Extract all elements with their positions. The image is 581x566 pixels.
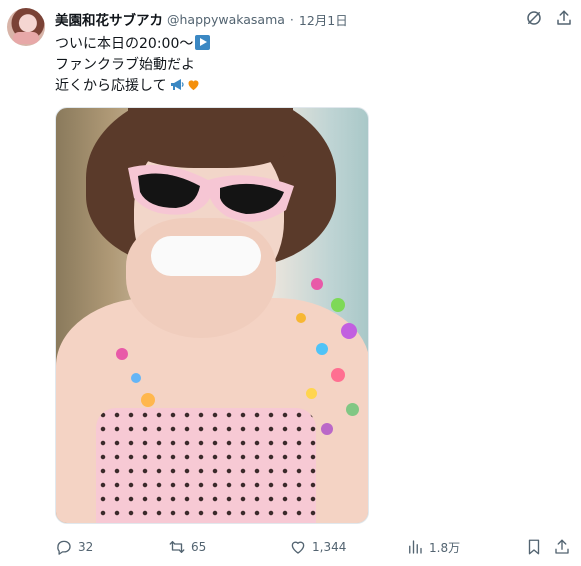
photo-sticker bbox=[116, 348, 128, 360]
grok-icon[interactable] bbox=[524, 8, 544, 28]
tweet-actions-bar: 32 65 1,344 1.8万 bbox=[55, 536, 575, 558]
share-button[interactable] bbox=[553, 536, 571, 558]
timestamp[interactable]: 12月1日 bbox=[299, 10, 348, 29]
photo-polka-dot-dress bbox=[96, 408, 316, 523]
tweet-text-line-3: 近くから応援して bbox=[55, 76, 555, 97]
reply-icon bbox=[57, 540, 71, 555]
more-options-icon[interactable] bbox=[554, 8, 574, 28]
bookmark-icon bbox=[528, 539, 540, 555]
views-button[interactable]: 1.8万 bbox=[406, 536, 460, 558]
retweet-button[interactable]: 65 bbox=[168, 536, 206, 558]
heart-icon bbox=[291, 541, 305, 554]
user-avatar[interactable] bbox=[7, 8, 45, 46]
retweet-count: 65 bbox=[191, 540, 207, 554]
like-count: 1,344 bbox=[312, 540, 347, 554]
user-handle[interactable]: @happywakasama bbox=[167, 12, 285, 27]
tweet-text-line-2: ファンクラブ始動だよ bbox=[55, 57, 195, 73]
megaphone-emoji bbox=[169, 77, 184, 92]
photo-sticker bbox=[331, 368, 345, 382]
views-bar-chart-icon bbox=[409, 540, 422, 554]
reply-count: 32 bbox=[78, 540, 94, 554]
tweet-header: 美園和花サブアカ @happywakasama · 12月1日 bbox=[55, 9, 348, 30]
photo-sticker bbox=[346, 403, 359, 416]
photo-sticker bbox=[131, 373, 141, 383]
tweet-text: ついに本日の20:00〜 ファンクラブ始動だよ 近くから応援して bbox=[55, 34, 555, 97]
like-button[interactable]: 1,344 bbox=[289, 536, 346, 558]
reply-button[interactable]: 32 bbox=[55, 536, 93, 558]
photo-sticker bbox=[316, 343, 328, 355]
photo-sticker bbox=[341, 323, 357, 339]
photo-sticker bbox=[331, 298, 345, 312]
retweet-icon bbox=[169, 541, 185, 553]
photo-sticker bbox=[311, 278, 323, 290]
photo-sandwich bbox=[151, 236, 261, 276]
tweet-card[interactable]: 美園和花サブアカ @happywakasama · 12月1日 ついに本日の20… bbox=[0, 0, 581, 566]
separator-dot: · bbox=[289, 11, 294, 27]
bookmark-button[interactable] bbox=[525, 536, 543, 558]
photo-sticker bbox=[306, 388, 317, 399]
share-icon bbox=[555, 539, 569, 554]
tweet-text-line-1: ついに本日の20:00〜 bbox=[55, 34, 555, 55]
tweet-photo[interactable] bbox=[55, 107, 369, 524]
photo-sticker bbox=[141, 393, 155, 407]
display-name[interactable]: 美園和花サブアカ bbox=[55, 9, 163, 29]
view-count: 1.8万 bbox=[429, 540, 461, 555]
photo-sticker bbox=[296, 313, 306, 323]
orange-heart-emoji bbox=[186, 77, 201, 92]
photo-sticker bbox=[321, 423, 333, 435]
play-button-emoji bbox=[195, 35, 211, 50]
